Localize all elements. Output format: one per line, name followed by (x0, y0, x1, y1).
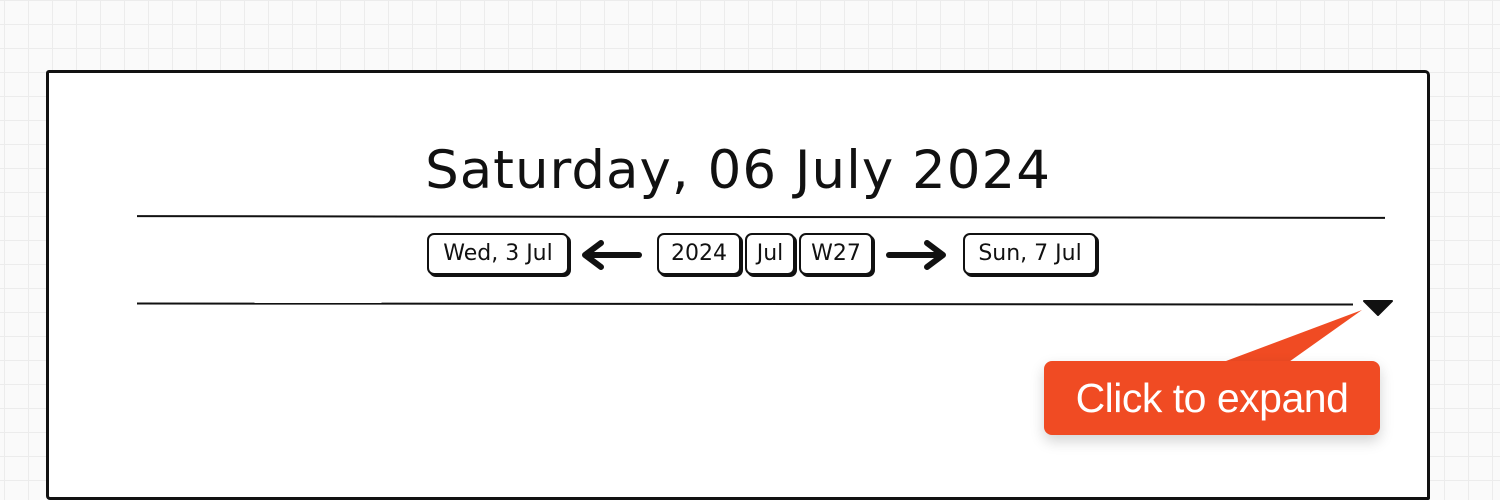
year-button[interactable]: 2024 (657, 233, 741, 275)
page-title: Saturday, 06 July 2024 (425, 140, 1051, 201)
arrow-right-icon[interactable] (885, 239, 949, 271)
title-divider (136, 215, 1386, 219)
month-button[interactable]: Jul (745, 233, 795, 275)
arrow-left-icon[interactable] (579, 239, 643, 271)
previous-day-button[interactable]: Wed, 3 Jul (427, 233, 569, 275)
note-card: Saturday, 06 July 2024 Wed, 3 Jul 2024 J… (46, 70, 1430, 500)
nav-divider (136, 302, 1354, 306)
tooltip-pointer (1226, 310, 1362, 364)
date-navigation-bar: Wed, 3 Jul 2024 Jul W27 Sun, 7 Jul (49, 231, 1427, 279)
week-button[interactable]: W27 (799, 233, 873, 275)
next-day-button[interactable]: Sun, 7 Jul (963, 233, 1097, 275)
expand-tooltip: Click to expand (1044, 361, 1380, 435)
caret-down-icon[interactable] (1361, 297, 1395, 319)
